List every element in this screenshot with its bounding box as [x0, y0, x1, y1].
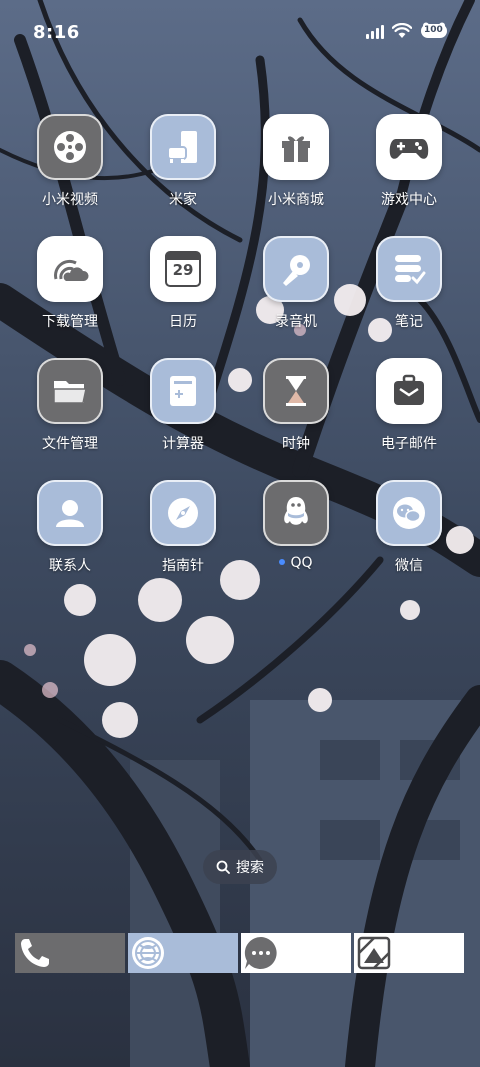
dock-browser[interactable]: [128, 933, 238, 973]
app-wechat[interactable]: 微信: [354, 480, 464, 575]
app-label: 米家: [169, 192, 197, 208]
app-label: 录音机: [275, 314, 317, 330]
app-label: 游戏中心: [381, 192, 437, 208]
dock-phone[interactable]: [15, 933, 125, 973]
app-clock[interactable]: 时钟: [241, 358, 351, 453]
mail-icon: [376, 358, 442, 424]
status-bar: 8:16 100: [0, 0, 480, 68]
app-label: 小米商城: [268, 192, 324, 208]
app-label: 联系人: [49, 558, 91, 574]
message-icon: [241, 933, 351, 973]
app-email[interactable]: 电子邮件: [354, 358, 464, 453]
app-compass[interactable]: 指南针: [128, 480, 238, 575]
status-time: 8:16: [33, 22, 80, 43]
wechat-icon: [376, 480, 442, 546]
app-label: 文件管理: [42, 436, 98, 452]
app-contacts[interactable]: 联系人: [15, 480, 125, 575]
app-label: 指南针: [162, 558, 204, 574]
app-qq[interactable]: QQ: [241, 480, 351, 571]
search-button[interactable]: 搜索: [203, 850, 277, 884]
gift-icon: [263, 114, 329, 180]
gamepad-icon: [376, 114, 442, 180]
app-mijia[interactable]: 米家: [128, 114, 238, 209]
app-label: QQ: [241, 555, 351, 571]
app-recorder[interactable]: 录音机: [241, 236, 351, 331]
compass-icon: [150, 480, 216, 546]
app-calculator[interactable]: 计算器: [128, 358, 238, 453]
battery-icon: 100: [420, 22, 450, 40]
cellular-signal-icon: [366, 23, 384, 39]
film-reel-icon: [37, 114, 103, 180]
app-downloads[interactable]: 下载管理: [15, 236, 125, 331]
calendar-icon: 29: [150, 236, 216, 302]
app-mi-store[interactable]: 小米商城: [241, 114, 351, 209]
wifi-icon: [392, 23, 412, 39]
app-notes[interactable]: 笔记: [354, 236, 464, 331]
search-label: 搜索: [236, 860, 264, 876]
app-label: 时钟: [282, 436, 310, 452]
notes-icon: [376, 236, 442, 302]
app-label: 日历: [169, 314, 197, 330]
app-label: 小米视频: [42, 192, 98, 208]
app-label: 微信: [395, 558, 423, 574]
app-file-manager[interactable]: 文件管理: [15, 358, 125, 453]
app-label-text: QQ: [290, 555, 313, 571]
app-label: 电子邮件: [381, 436, 437, 452]
app-calendar[interactable]: 29 日历: [128, 236, 238, 331]
app-label: 计算器: [162, 436, 204, 452]
search-icon: [216, 860, 230, 874]
battery-level: 100: [424, 25, 443, 35]
penguin-icon: [263, 480, 329, 546]
contact-icon: [37, 480, 103, 546]
calendar-date: 29: [172, 261, 194, 279]
app-game-center[interactable]: 游戏中心: [354, 114, 464, 209]
status-icons: 100: [366, 22, 450, 40]
dock-gallery[interactable]: [354, 933, 464, 973]
app-label: 笔记: [395, 314, 423, 330]
hourglass-icon: [263, 358, 329, 424]
notification-dot: [279, 559, 286, 565]
app-label: 下载管理: [42, 314, 98, 330]
cloud-download-icon: [37, 236, 103, 302]
home-devices-icon: [150, 114, 216, 180]
dock-messages[interactable]: [241, 933, 351, 973]
app-mi-video[interactable]: 小米视频: [15, 114, 125, 209]
phone-icon: [15, 933, 125, 973]
folder-icon: [37, 358, 103, 424]
microphone-icon: [263, 236, 329, 302]
gallery-icon: [354, 933, 464, 973]
browser-icon: [128, 933, 238, 973]
calculator-icon: [150, 358, 216, 424]
